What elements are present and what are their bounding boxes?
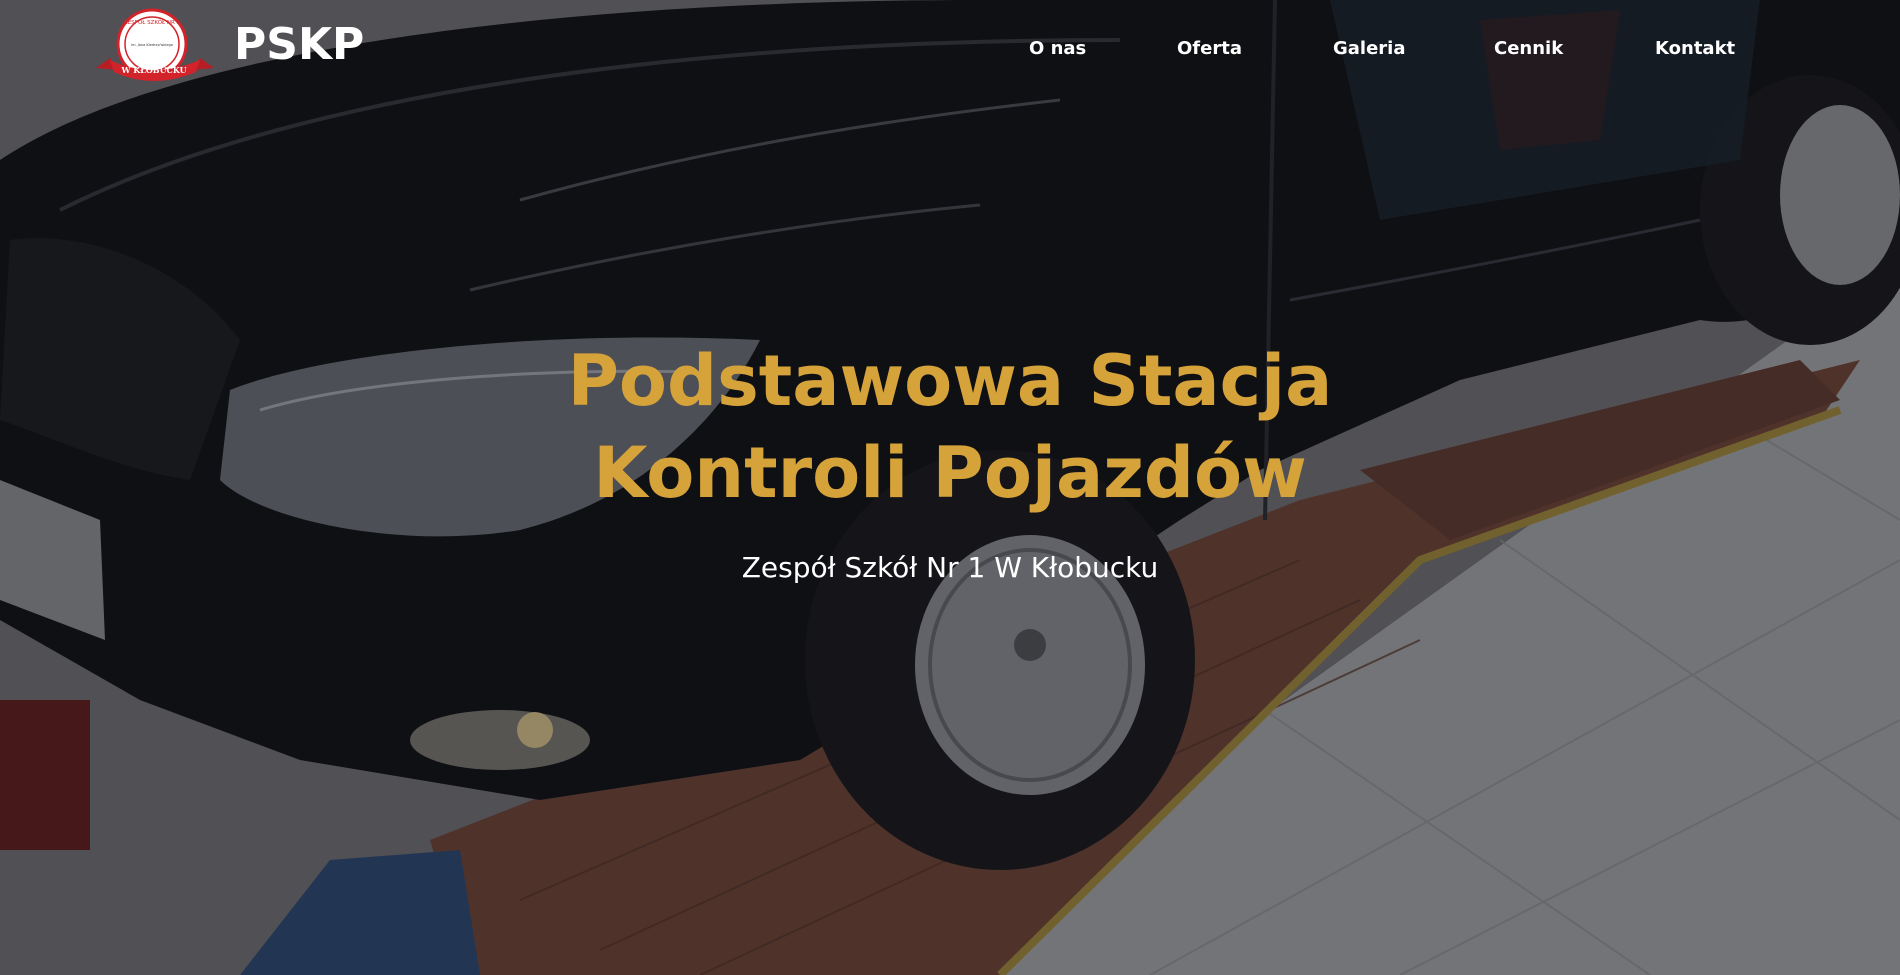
logo-ribbon-text: W KŁOBUCKU — [120, 65, 186, 75]
site-header: W KŁOBUCKU ZESPÓŁ SZKÓŁ NR 1 im. Jana Ki… — [0, 0, 1900, 100]
hero-title: Podstawowa Stacja Kontroli Pojazdów — [0, 335, 1900, 519]
main-nav: O nas Oferta Galeria Cennik Kontakt — [0, 38, 1900, 62]
nav-link-cennik[interactable]: Cennik — [1494, 38, 1563, 59]
nav-link-galeria[interactable]: Galeria — [1333, 38, 1406, 59]
nav-link-kontakt[interactable]: Kontakt — [1655, 38, 1735, 59]
hero-title-line-1: Podstawowa Stacja — [567, 340, 1333, 422]
nav-link-oferta[interactable]: Oferta — [1177, 38, 1242, 59]
hero-section: W KŁOBUCKU ZESPÓŁ SZKÓŁ NR 1 im. Jana Ki… — [0, 0, 1900, 975]
hero-title-line-2: Kontroli Pojazdów — [593, 432, 1307, 514]
nav-link-o-nas[interactable]: O nas — [1029, 38, 1086, 59]
logo-top-text: ZESPÓŁ SZKÓŁ NR 1 — [124, 19, 180, 26]
hero-subtitle: Zespół Szkół Nr 1 W Kłobucku — [741, 551, 1159, 584]
hero-content: Podstawowa Stacja Kontroli Pojazdów Zesp… — [0, 335, 1900, 584]
